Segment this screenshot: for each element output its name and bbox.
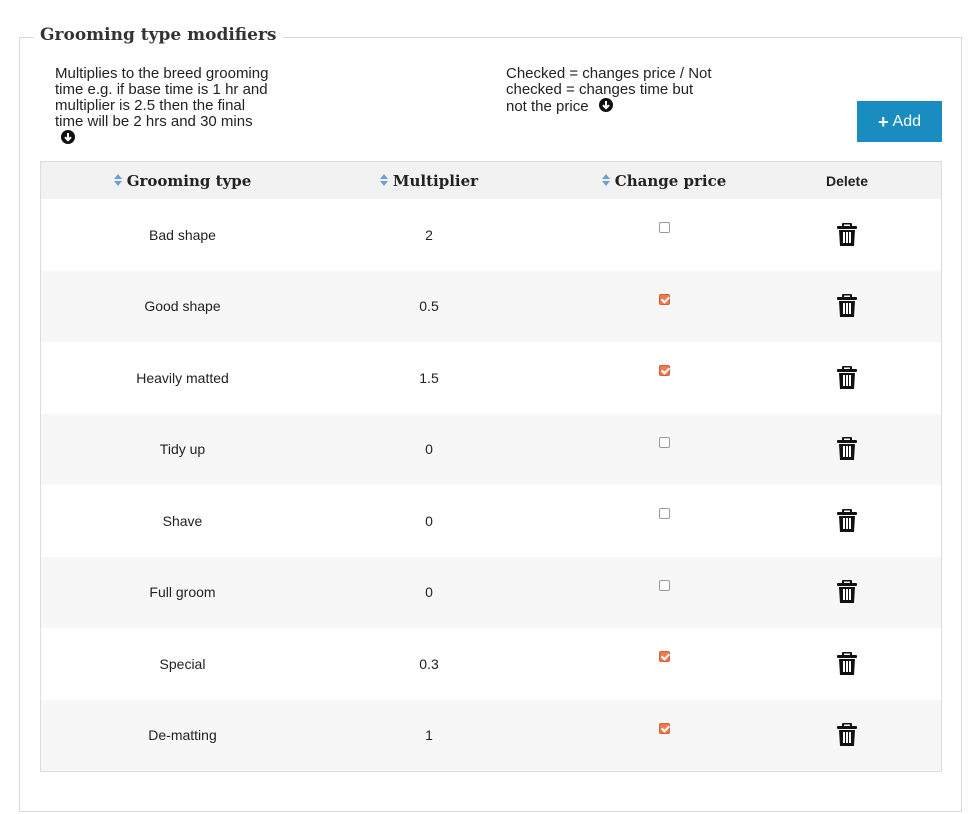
delete-cell: [797, 628, 897, 700]
sort-icon: [601, 172, 610, 190]
arrow-down-circle-icon[interactable]: [61, 130, 75, 148]
add-button-label: Add: [892, 112, 921, 130]
header-delete: Delete: [797, 162, 897, 199]
change-price-cell: [604, 485, 724, 557]
grooming-type-cell: Good shape: [144, 298, 221, 315]
change-price-checkbox[interactable]: [658, 436, 670, 448]
grooming-type-cell: Full groom: [149, 584, 216, 601]
multiplier-cell: 1.5: [419, 369, 439, 386]
trash-icon[interactable]: [836, 723, 858, 747]
delete-cell: [797, 414, 897, 486]
change-price-cell: [604, 342, 724, 414]
change-price-checkbox[interactable]: [658, 579, 670, 591]
table-row: Good shape 0.5: [41, 270, 941, 343]
header-multiplier[interactable]: Multiplier: [324, 162, 534, 199]
change-price-cell: [604, 271, 724, 343]
change-price-checkbox[interactable]: [658, 293, 670, 305]
table-row: Full groom 0: [41, 556, 941, 629]
table-header: Grooming type Multiplier Change price De…: [41, 162, 941, 199]
grooming-type-cell: Heavily matted: [136, 369, 229, 386]
delete-cell: [797, 557, 897, 629]
section-title: Grooming type modifiers: [34, 25, 283, 45]
multiplier-help: Multiplies to the breed grooming time e.…: [55, 66, 270, 148]
delete-cell: [797, 271, 897, 343]
trash-icon[interactable]: [836, 508, 858, 533]
trash-icon[interactable]: [836, 580, 858, 604]
multiplier-cell: 0: [425, 584, 433, 601]
delete-cell: [797, 199, 897, 271]
header-label: Grooming type: [126, 171, 252, 190]
header-label: Delete: [825, 172, 869, 189]
grooming-type-table: Grooming type Multiplier Change price De…: [40, 161, 942, 772]
multiplier-cell: 0.5: [419, 298, 439, 315]
delete-cell: [797, 342, 897, 414]
trash-icon[interactable]: [836, 222, 858, 247]
arrow-down-circle-icon[interactable]: [598, 98, 613, 116]
grooming-type-cell: Bad shape: [149, 226, 216, 243]
change-price-cell: [604, 628, 724, 700]
grooming-type-cell: Special: [159, 655, 206, 672]
multiplier-cell: 2: [425, 226, 433, 243]
change-price-cell: [604, 700, 724, 772]
multiplier-help-text: Multiplies to the breed grooming time e.…: [55, 65, 269, 130]
table-row: Tidy up 0: [41, 413, 941, 486]
multiplier-cell: 0: [425, 441, 433, 458]
table-row: Shave 0: [41, 485, 941, 557]
grooming-type-cell: De-matting: [148, 727, 217, 744]
multiplier-cell: 1: [425, 727, 433, 744]
delete-cell: [797, 700, 897, 772]
table-row: De-matting 1: [41, 699, 941, 772]
change-price-cell: [604, 414, 724, 486]
plus-icon: +: [878, 111, 889, 132]
change-price-help: Checked = changes price / Not checked = …: [506, 66, 716, 116]
header-label: Multiplier: [392, 171, 479, 190]
header-label: Change price: [614, 171, 727, 190]
header-change-price[interactable]: Change price: [594, 162, 734, 199]
add-button[interactable]: + Add: [857, 101, 942, 142]
change-price-cell: [604, 199, 724, 271]
grooming-type-cell: Tidy up: [159, 441, 206, 458]
header-grooming-type[interactable]: Grooming type: [41, 162, 324, 199]
change-price-checkbox[interactable]: [658, 365, 670, 377]
change-price-checkbox[interactable]: [658, 222, 670, 234]
trash-icon[interactable]: [836, 437, 858, 461]
multiplier-cell: 0.3: [419, 655, 439, 672]
change-price-checkbox[interactable]: [658, 508, 670, 520]
sort-icon: [379, 172, 388, 190]
change-price-checkbox[interactable]: [658, 651, 670, 663]
trash-icon[interactable]: [836, 651, 858, 676]
table-row: Bad shape 2: [41, 199, 941, 271]
table-row: Special 0.3: [41, 628, 941, 700]
grooming-type-cell: Shave: [162, 512, 203, 529]
sort-icon: [113, 172, 122, 190]
trash-icon[interactable]: [836, 294, 858, 318]
trash-icon[interactable]: [836, 365, 858, 390]
change-price-checkbox[interactable]: [658, 722, 670, 734]
delete-cell: [797, 485, 897, 557]
change-price-cell: [604, 557, 724, 629]
table-row: Heavily matted 1.5: [41, 342, 941, 414]
multiplier-cell: 0: [425, 512, 433, 529]
